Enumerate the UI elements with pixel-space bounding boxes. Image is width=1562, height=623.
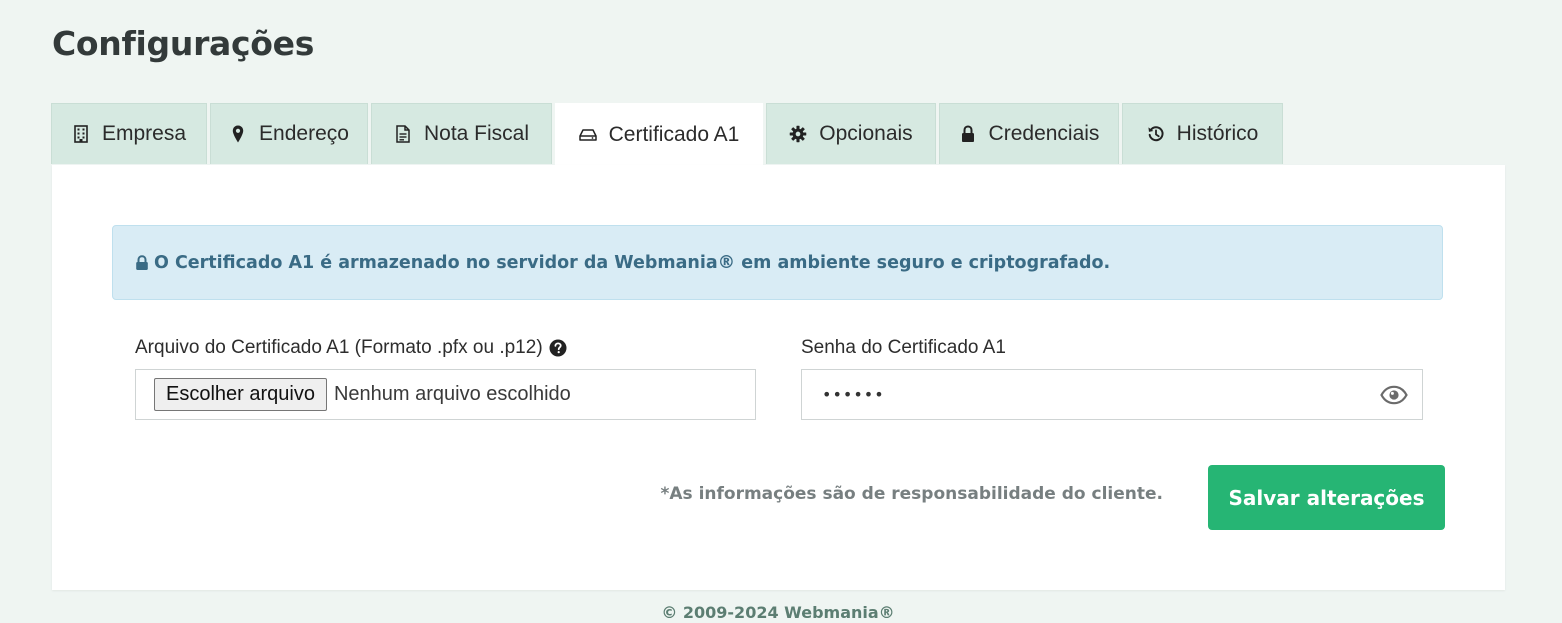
certificate-password-field[interactable]: •••••• <box>801 369 1423 420</box>
choose-file-button[interactable]: Escolher arquivo <box>154 378 327 411</box>
gear-icon <box>789 125 807 143</box>
building-icon <box>72 125 90 143</box>
certificate-panel: O Certificado A1 é armazenado no servido… <box>52 165 1505 590</box>
tab-label: Opcionais <box>819 122 913 145</box>
tab-label: Empresa <box>101 122 187 145</box>
tab-label: Histórico <box>1176 122 1259 145</box>
history-icon <box>1147 125 1165 143</box>
alert-text: O Certificado A1 é armazenado no servido… <box>154 252 1111 273</box>
eye-icon[interactable] <box>1380 385 1408 405</box>
certificate-password-label-text: Senha do Certificado A1 <box>801 337 1006 358</box>
password-value: •••••• <box>822 385 885 404</box>
tab-endereco[interactable]: Endereço <box>210 103 368 164</box>
settings-tabs: Empresa Endereço Nota Fiscal Certificado… <box>51 103 1283 165</box>
certificate-file-label: Arquivo do Certificado A1 (Formato .pfx … <box>135 337 567 359</box>
tab-empresa[interactable]: Empresa <box>51 103 207 164</box>
map-marker-icon <box>229 125 247 143</box>
tab-label: Credenciais <box>988 122 1100 145</box>
tab-opcionais[interactable]: Opcionais <box>766 103 936 164</box>
security-info-alert: O Certificado A1 é armazenado no servido… <box>112 225 1443 300</box>
tab-label: Certificado A1 <box>608 122 740 146</box>
tab-credenciais[interactable]: Credenciais <box>939 103 1119 164</box>
tab-certificado-a1[interactable]: Certificado A1 <box>555 103 763 165</box>
tab-nota-fiscal[interactable]: Nota Fiscal <box>371 103 552 164</box>
file-status-text: Nenhum arquivo escolhido <box>333 383 571 405</box>
lock-icon <box>135 254 149 271</box>
certificate-password-label: Senha do Certificado A1 <box>801 337 1006 359</box>
tab-historico[interactable]: Histórico <box>1122 103 1283 164</box>
certificate-file-input[interactable]: Escolher arquivo Nenhum arquivo escolhid… <box>135 369 756 420</box>
save-button[interactable]: Salvar alterações <box>1208 465 1445 530</box>
responsibility-disclaimer: *As informações são de responsabilidade … <box>660 484 1163 504</box>
page-title: Configurações <box>52 24 315 63</box>
certificate-file-label-text: Arquivo do Certificado A1 (Formato .pfx … <box>135 337 543 358</box>
copyright-footer: © 2009-2024 Webmania® <box>661 603 895 622</box>
document-icon <box>394 125 412 143</box>
lock-icon <box>959 125 977 143</box>
tab-label: Nota Fiscal <box>423 122 530 145</box>
tab-label: Endereço <box>259 122 349 145</box>
question-circle-icon[interactable] <box>549 339 567 357</box>
hard-drive-icon <box>578 126 597 144</box>
